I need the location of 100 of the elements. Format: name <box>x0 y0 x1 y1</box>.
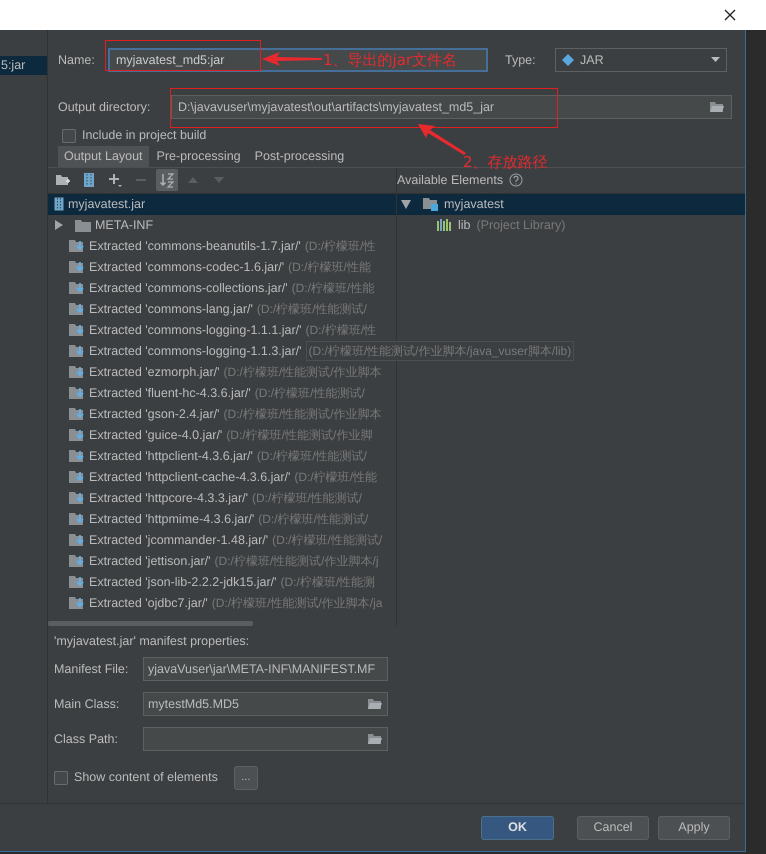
tree-row[interactable]: Extracted 'httpclient-4.3.6.jar/' (D:/柠檬班/性能测试/ <box>48 446 396 467</box>
tree-item-label: Extracted 'jcommander-1.48.jar/' <box>89 532 268 549</box>
extracted-archive-icon <box>69 533 85 548</box>
manifest-field[interactable]: mytestMd5.MD5 <box>143 692 388 716</box>
tree-item-label: lib <box>458 216 471 234</box>
help-icon[interactable] <box>509 173 524 188</box>
type-dropdown[interactable]: JAR <box>555 48 727 72</box>
extracted-archive-icon <box>69 302 85 316</box>
tree-row[interactable]: Extracted 'commons-logging-1.1.3.jar/' (D:/柠檬班/性能测试/作业脚本/java_vuser脚本/lib) <box>48 340 574 362</box>
field-label: Type: <box>505 52 537 69</box>
tree-item-label: Extracted 'commons-beanutils-1.7.jar/' <box>89 238 301 255</box>
tab[interactable]: Output Layout <box>58 146 149 167</box>
tree-item-path: (D:/柠檬班/性能测试/作业脚本 <box>224 406 382 424</box>
dialog-button[interactable]: Apply <box>658 816 730 840</box>
diamond-icon <box>562 54 574 66</box>
annotation-text: 2、存放路径 <box>463 152 548 173</box>
tree-item-label: Extracted 'httpcore-4.3.3.jar/' <box>89 490 248 507</box>
sidebar-item[interactable]: 5:jar <box>0 56 47 75</box>
toolbar-button[interactable] <box>156 169 178 192</box>
extracted-archive-icon <box>69 554 85 568</box>
output-directory-field[interactable]: D:\javavuser\myjavatest\out\artifacts\myjavatest_md5_jar <box>171 95 732 120</box>
tree-row[interactable]: Extracted 'httpclient-cache-4.3.6.jar/' (D:/柠檬班/性能 <box>48 466 396 488</box>
extracted-archive-icon <box>69 449 85 464</box>
archive-icon <box>83 172 95 188</box>
tree-item-path: (D:/柠檬班/性能测试/ <box>254 385 365 402</box>
section-title: 'myjavatest.jar' manifest properties: <box>54 632 250 650</box>
extracted-archive-icon <box>69 470 85 484</box>
tree-item-label: Extracted 'jettison.jar/' <box>89 552 210 570</box>
tree-row[interactable]: myjavatest <box>397 194 745 215</box>
manifest-field[interactable]: yjavaVuser\jar\META-INF\MANIFEST.MF <box>143 657 388 682</box>
tree-row[interactable]: Extracted 'commons-logging-1.1.1.jar/' (D:/柠檬班/性 <box>48 320 396 341</box>
tree-item-label: Extracted 'httpclient-cache-4.3.6.jar/' <box>89 468 290 486</box>
tree-item-path: (D:/柠檬班/性 <box>304 238 376 256</box>
add-folder-icon <box>55 173 71 188</box>
tree-item-label: Extracted 'commons-collections.jar/' <box>89 280 288 297</box>
folder-icon <box>367 733 383 746</box>
tree-row[interactable]: META-INF <box>48 214 396 236</box>
field-label: Name: <box>58 52 96 69</box>
tree-row[interactable]: Extracted 'httpmime-4.3.6.jar/' (D:/柠檬班/性能测试/ <box>48 508 396 530</box>
checkbox[interactable] <box>54 770 68 785</box>
tree-item-path: (D:/柠檬班/性 <box>306 322 376 340</box>
dialog-button[interactable]: Cancel <box>577 816 649 840</box>
archive-icon <box>54 197 64 212</box>
extracted-archive-icon <box>69 407 85 422</box>
tree-item-path: (D:/柠檬班/性能测试/ <box>256 301 367 318</box>
folder-icon <box>75 218 91 232</box>
annotation-arrow <box>418 124 466 156</box>
tree-row[interactable]: Extracted 'ojdbc7.jar/' (D:/柠檬班/性能测试/作业脚本/ja <box>48 592 396 614</box>
expand-arrow-icon[interactable] <box>401 200 411 209</box>
scrollbar[interactable] <box>48 620 253 626</box>
more-button[interactable]: ... <box>234 766 258 790</box>
tree-item-path: (D:/柠檬班/性能 <box>288 259 371 276</box>
tree-item-label: Extracted 'commons-logging-1.1.3.jar/' <box>89 342 302 360</box>
tree-row[interactable]: Extracted 'httpcore-4.3.3.jar/' (D:/柠檬班/性能测试/ <box>48 488 396 509</box>
tree-row[interactable]: Extracted 'guice-4.0.jar/' (D:/柠檬班/性能测试/作业脚 <box>48 424 396 446</box>
extracted-archive-icon <box>69 365 85 380</box>
extracted-archive-icon <box>69 512 85 526</box>
tree-item-path: (D:/柠檬班/性能 <box>294 469 378 486</box>
tree-row[interactable]: myjavatest.jar <box>48 194 396 215</box>
expand-arrow-icon[interactable] <box>54 220 63 230</box>
field-label: Main Class: <box>54 696 120 713</box>
close-icon[interactable] <box>724 9 736 21</box>
tree-row[interactable]: Extracted 'commons-lang.jar/' (D:/柠檬班/性能测试/ <box>48 298 396 320</box>
tree-item-label: Extracted 'httpclient-4.3.6.jar/' <box>89 448 253 465</box>
panel-title: Available Elements <box>397 172 504 189</box>
tree-item-path: (D:/柠檬班/性能测试/作业脚本/ja <box>212 595 382 612</box>
checkbox-label: Show content of elements <box>74 769 218 786</box>
extracted-archive-icon <box>69 281 85 296</box>
checkbox-label: Include in project build <box>82 127 206 144</box>
tree-row[interactable]: Extracted 'commons-collections.jar/' (D:/柠檬班/性能 <box>48 278 396 299</box>
folder-icon <box>367 698 383 710</box>
field-label: Output directory: <box>58 98 152 116</box>
tree-row[interactable]: Extracted 'commons-beanutils-1.7.jar/' (D:/柠檬班/性 <box>48 236 396 257</box>
caret-icon <box>711 57 720 62</box>
tree-item-path: (D:/柠檬班/性能测试/作业脚本/java_vuser脚本/lib) <box>306 341 574 362</box>
tree-item-label: Extracted 'ezmorph.jar/' <box>89 364 220 381</box>
field-label: Class Path: <box>54 730 119 748</box>
tree-row[interactable]: Extracted 'json-lib-2.2.2-jdk15.jar/' (D:/柠檬班/性能测 <box>48 572 396 593</box>
tree-item-path: (D:/柠檬班/性能测试/ <box>256 448 367 466</box>
tree-item-path: (D:/柠檬班/性能测试/作业脚本/j <box>214 553 378 570</box>
manifest-field[interactable] <box>143 727 388 752</box>
tree-item-label: myjavatest.jar <box>68 196 146 213</box>
tree-row[interactable]: Extracted 'gson-2.4.jar/' (D:/柠檬班/性能测试/作业脚本 <box>48 404 396 425</box>
dialog-button[interactable]: OK <box>481 816 554 840</box>
tree-row[interactable]: Extracted 'commons-codec-1.6.jar/' (D:/柠檬班/性能 <box>48 256 396 278</box>
tree-item-path: (D:/柠檬班/性能 <box>292 280 374 298</box>
module-icon <box>423 198 438 211</box>
extracted-archive-icon <box>69 323 85 338</box>
tree-item-label: Extracted 'ojdbc7.jar/' <box>89 594 208 612</box>
tree-row[interactable]: Extracted 'jettison.jar/' (D:/柠檬班/性能测试/作业脚本/j <box>48 550 396 572</box>
checkbox[interactable] <box>62 128 76 143</box>
tree-item-label: Extracted 'fluent-hc-4.3.6.jar/' <box>89 384 251 402</box>
up-icon <box>187 176 199 184</box>
tree-row[interactable]: Extracted 'ezmorph.jar/' (D:/柠檬班/性能测试/作业脚本 <box>48 362 396 383</box>
tree-row[interactable]: lib (Project Library) <box>397 214 745 236</box>
extracted-archive-icon <box>69 344 85 358</box>
tree-row[interactable]: Extracted 'fluent-hc-4.3.6.jar/' (D:/柠檬班/性能测试/ <box>48 382 396 404</box>
tree-row[interactable]: Extracted 'jcommander-1.48.jar/' (D:/柠檬班/性能测试/ <box>48 530 396 551</box>
extracted-archive-icon <box>69 239 85 254</box>
down-icon <box>213 176 225 184</box>
